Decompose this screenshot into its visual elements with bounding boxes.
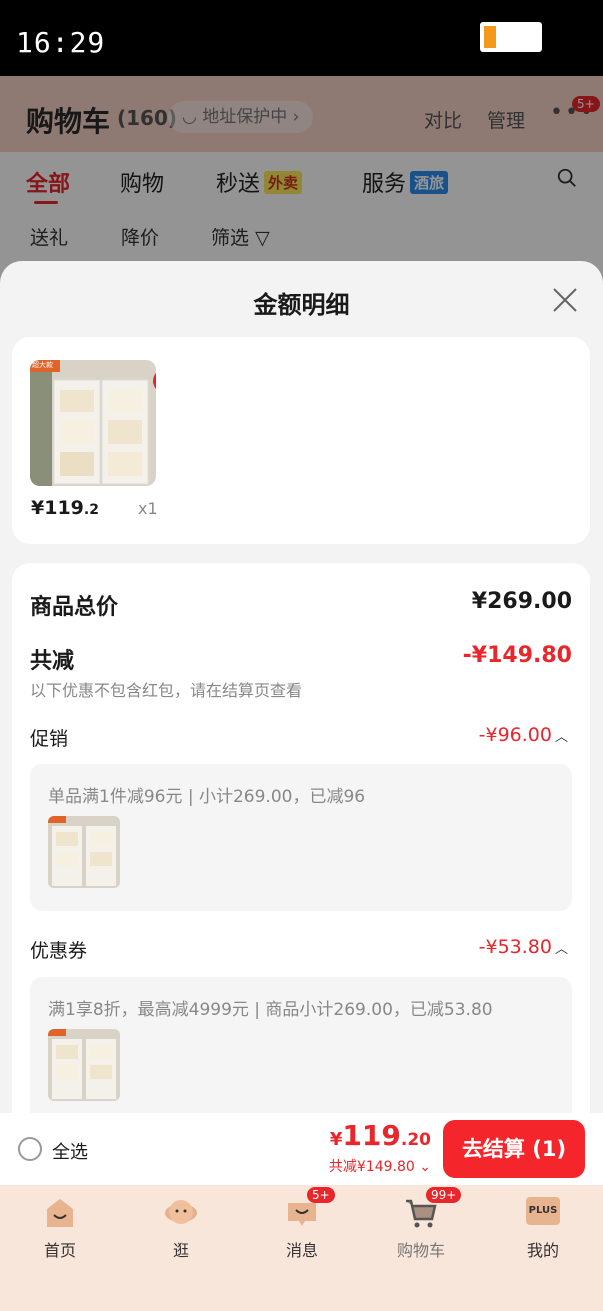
amount-detail-sheet: 金额明细 超大款 ¥119.2 x1 商品总价 ¥269.00 共减 -¥149… <box>0 261 603 1185</box>
select-all-radio[interactable] <box>18 1137 42 1161</box>
discount-value: -¥149.80 <box>462 643 572 668</box>
product-price: ¥119.2 <box>31 497 99 519</box>
checkout-button[interactable]: 去结算 (1) <box>443 1120 585 1178</box>
nav-cart[interactable]: 99+ 购物车 <box>381 1187 462 1261</box>
selected-check-icon[interactable] <box>153 369 156 393</box>
cart-badge: 99+ <box>426 1187 462 1203</box>
checkout-bar: 全选 ¥119.20 共减¥149.80 ⌄ 去结算 (1) <box>0 1113 603 1185</box>
plus-member-icon: PLUS <box>526 1197 560 1225</box>
product-card: 超大款 ¥119.2 x1 <box>12 337 590 544</box>
discount-note: 以下优惠不包含红包，请在结算页查看 <box>30 681 303 700</box>
status-time: 16:29 <box>16 26 106 59</box>
promo-detail: 单品满1件减96元 | 小计269.00，已减96 <box>30 764 572 911</box>
price-breakdown-card: 商品总价 ¥269.00 共减 -¥149.80 以下优惠不包含红包，请在结算页… <box>12 563 590 1185</box>
home-icon <box>43 1197 77 1229</box>
promo-label: 促销 <box>30 728 69 750</box>
product-thumbnail[interactable]: 超大款 <box>30 360 156 486</box>
close-icon[interactable] <box>552 287 578 313</box>
message-badge: 5+ <box>307 1187 335 1203</box>
nav-home[interactable]: 首页 <box>20 1197 100 1261</box>
subtotal-value: ¥269.00 <box>471 589 572 614</box>
savings-toggle[interactable]: 共减¥149.80 ⌄ <box>329 1156 431 1176</box>
discount-label: 共减 <box>30 649 75 674</box>
storage-cabinet-image <box>30 360 156 486</box>
nav-messages[interactable]: 5+ 消息 <box>262 1187 342 1261</box>
select-all-label[interactable]: 全选 <box>52 1138 88 1164</box>
chevron-up-icon: ︿ <box>554 942 568 957</box>
cart-icon: 99+ <box>404 1187 462 1229</box>
battery-icon <box>480 22 542 52</box>
coupon-product-thumbnail <box>48 1029 120 1101</box>
coupon-desc: 满1享8折，最高减4999元 | 商品小计269.00，已减53.80 <box>48 1000 493 1020</box>
chevron-up-icon: ︿ <box>554 730 568 745</box>
coupon-detail: 满1享8折，最高减4999元 | 商品小计269.00，已减53.80 <box>30 977 572 1124</box>
status-bar: 16:29 <box>0 0 603 76</box>
bottom-nav: 首页 逛 5+ 消息 99+ 购物车 PLUS 我的 <box>0 1185 603 1311</box>
total-price: ¥119.20 <box>329 1119 431 1152</box>
subtotal-label: 商品总价 <box>30 595 119 620</box>
nav-profile[interactable]: PLUS 我的 <box>503 1197 583 1261</box>
browse-face-icon <box>164 1197 198 1229</box>
coupon-label: 优惠券 <box>30 940 88 962</box>
coupon-toggle[interactable]: -¥53.80 ︿ <box>479 936 568 958</box>
promo-product-thumbnail <box>48 816 120 888</box>
message-icon: 5+ <box>285 1187 335 1229</box>
promo-toggle[interactable]: -¥96.00 ︿ <box>479 724 568 746</box>
thumb-badge: 超大款 <box>32 361 53 369</box>
promo-desc: 单品满1件减96元 | 小计269.00，已减96 <box>48 787 366 807</box>
nav-browse[interactable]: 逛 <box>141 1197 221 1261</box>
product-quantity: x1 <box>138 499 158 518</box>
chevron-down-icon: ⌄ <box>414 1159 431 1175</box>
sheet-title: 金额明细 <box>253 291 350 319</box>
